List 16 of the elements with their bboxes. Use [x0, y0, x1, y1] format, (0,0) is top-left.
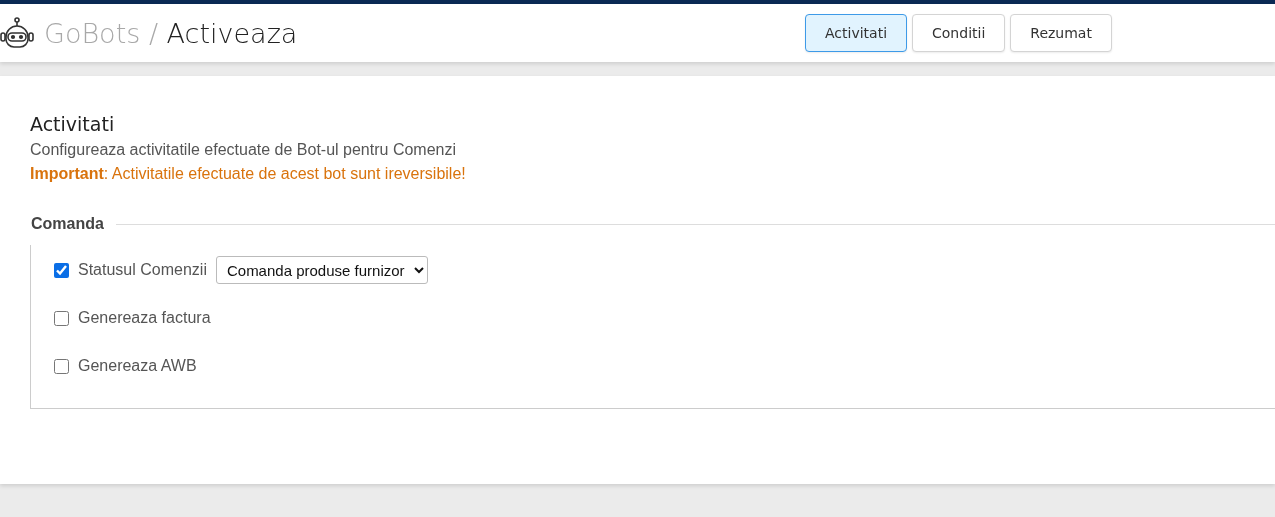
page-title: GoBots / Activeaza — [44, 17, 298, 49]
checkbox-label: Genereaza AWB — [78, 357, 197, 375]
warning-text: Important: Activitatile efectuate de acest bot sunt ireversibile! — [30, 165, 467, 183]
tab[interactable]: Rezumat — [1010, 14, 1112, 52]
checkbox-label: Genereaza factura — [78, 309, 211, 327]
section-description: Configureaza activitatile efectuate de Bot-ul pentru Comenzi — [30, 141, 457, 159]
section-title: Activitati — [30, 113, 116, 135]
status-dropdown[interactable]: Comanda produse furnizor — [215, 256, 428, 284]
checkbox[interactable] — [54, 358, 69, 374]
tab[interactable]: Activitati — [805, 14, 908, 52]
checkbox-label: Statusul Comenzii — [78, 261, 207, 279]
tab[interactable]: Conditii — [912, 14, 1006, 52]
checkbox[interactable] — [54, 310, 69, 326]
group-legend: Comanda — [30, 215, 104, 233]
robot-icon — [0, 17, 34, 49]
checkbox[interactable] — [54, 262, 69, 278]
